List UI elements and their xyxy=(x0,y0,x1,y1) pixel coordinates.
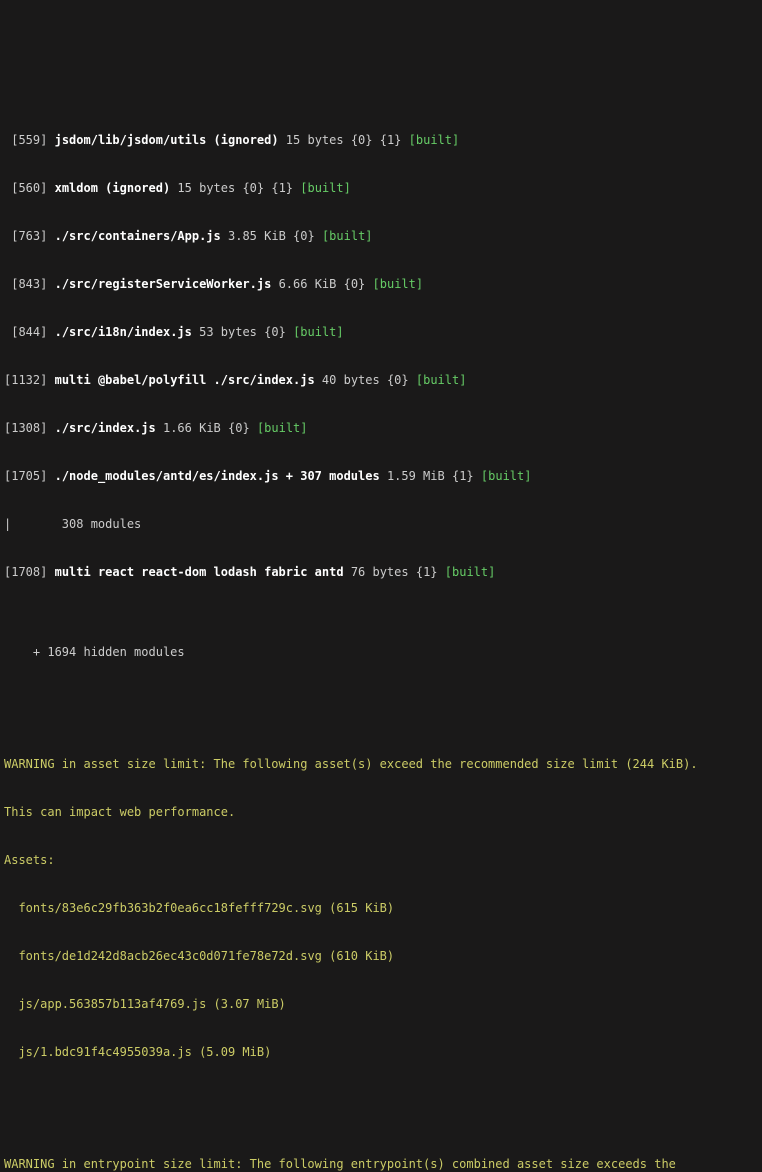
asset-item: fonts/de1d242d8acb26ec43c0d071fe78e72d.s… xyxy=(4,948,758,964)
module-row: [559] jsdom/lib/jsdom/utils (ignored) 15… xyxy=(4,132,758,148)
asset-item: fonts/83e6c29fb363b2f0ea6cc18fefff729c.s… xyxy=(4,900,758,916)
blank-line xyxy=(4,692,758,708)
module-row: [844] ./src/i18n/index.js 53 bytes {0} [… xyxy=(4,324,758,340)
warning-text: Assets: xyxy=(4,852,758,868)
warning-entrypoint-size: WARNING in entrypoint size limit: The fo… xyxy=(4,1156,758,1172)
module-row: [1708] multi react react-dom lodash fabr… xyxy=(4,564,758,580)
warning-asset-size: WARNING in asset size limit: The followi… xyxy=(4,756,758,772)
module-row: [1308] ./src/index.js 1.66 KiB {0} [buil… xyxy=(4,420,758,436)
terminal-output: [559] jsdom/lib/jsdom/utils (ignored) 15… xyxy=(4,68,758,1172)
module-row: [1132] multi @babel/polyfill ./src/index… xyxy=(4,372,758,388)
module-list: [559] jsdom/lib/jsdom/utils (ignored) 15… xyxy=(4,100,758,612)
module-row: [560] xmldom (ignored) 15 bytes {0} {1} … xyxy=(4,180,758,196)
module-row: [1705] ./node_modules/antd/es/index.js +… xyxy=(4,468,758,484)
blank-line xyxy=(4,1092,758,1108)
module-row: [843] ./src/registerServiceWorker.js 6.6… xyxy=(4,276,758,292)
asset-item: js/app.563857b113af4769.js (3.07 MiB) xyxy=(4,996,758,1012)
hidden-modules: + 1694 hidden modules xyxy=(4,644,758,660)
asset-item: js/1.bdc91f4c4955039a.js (5.09 MiB) xyxy=(4,1044,758,1060)
warning-text: This can impact web performance. xyxy=(4,804,758,820)
module-extra: | 308 modules xyxy=(4,516,758,532)
module-row: [763] ./src/containers/App.js 3.85 KiB {… xyxy=(4,228,758,244)
